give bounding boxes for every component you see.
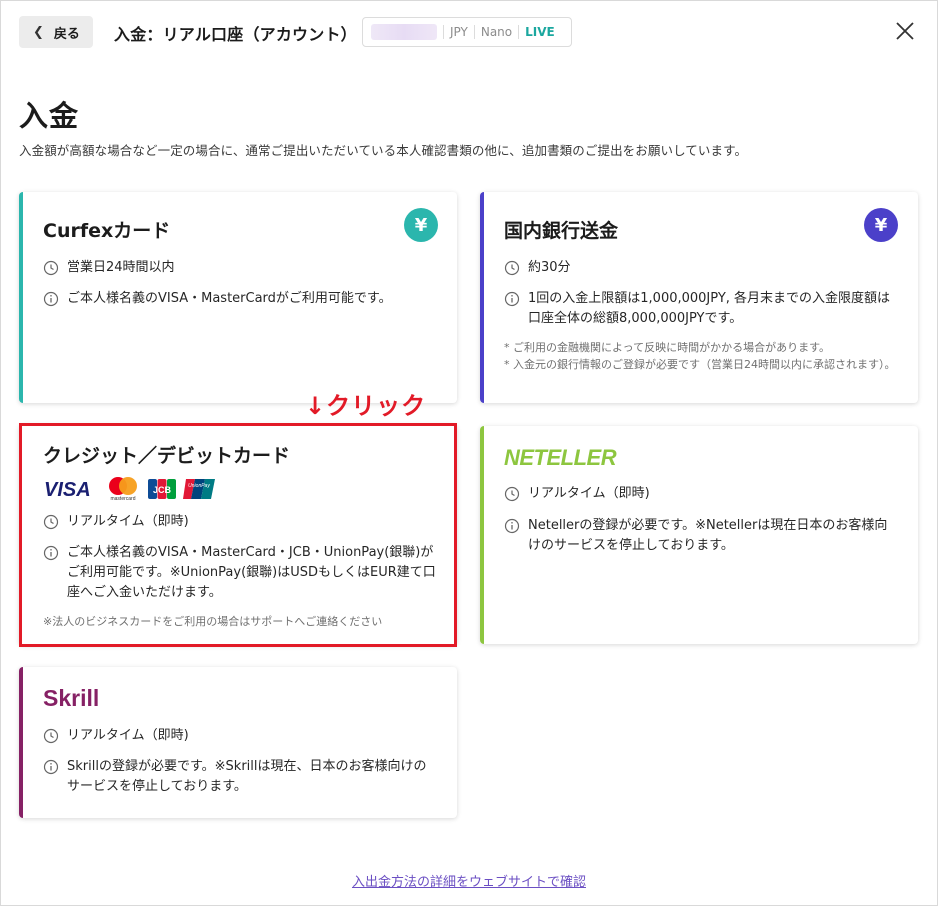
info-icon bbox=[43, 759, 59, 775]
account-selector: JPY Nano LIVE bbox=[362, 17, 572, 47]
svg-text:VISA: VISA bbox=[44, 479, 91, 500]
modal-title: 入金：リアル口座（アカウント） bbox=[114, 21, 357, 45]
bank-time: 約30分 bbox=[528, 258, 571, 278]
skrill-time: リアルタイム（即時) bbox=[67, 726, 189, 746]
neteller-info-row: Netellerの登録が必要です。※Netellerは現在日本のお客様向けのサー… bbox=[504, 516, 898, 556]
bank-transfer-card[interactable]: 国内銀行送金 ¥ 約30分 1回の入金上限額は1,000,000JPY, 各月末… bbox=[480, 192, 918, 403]
skrill-card[interactable]: Skrill リアルタイム（即時) Skrillの登録が必要です。※Skrill… bbox=[19, 667, 457, 818]
neteller-info: Netellerの登録が必要です。※Netellerは現在日本のお客様向けのサー… bbox=[528, 516, 898, 556]
credit-title: クレジット／デビットカード bbox=[43, 441, 290, 468]
account-mode: LIVE bbox=[525, 25, 555, 39]
skrill-info: Skrillの登録が必要です。※Skrillは現在、日本のお客様向けのサービスを… bbox=[67, 757, 437, 797]
credit-time-row: リアルタイム（即時) bbox=[43, 512, 437, 532]
bank-info: 1回の入金上限額は1,000,000JPY, 各月末までの入金限度額は口座全体の… bbox=[528, 289, 898, 329]
neteller-time: リアルタイム（即時) bbox=[528, 484, 650, 504]
svg-text:JCB: JCB bbox=[153, 485, 172, 495]
bank-note-2: * 入金元の銀行情報のご登録が必要です（営業日24時間以内に承認されます）。 bbox=[504, 357, 898, 373]
yen-icon: ¥ bbox=[864, 208, 898, 242]
skrill-logo: Skrill bbox=[41, 684, 121, 712]
back-button[interactable]: ❮ 戻る bbox=[19, 16, 93, 48]
neteller-logo: NETELLER bbox=[502, 444, 628, 470]
curfex-title: Curfexカード bbox=[43, 216, 170, 243]
curfex-time-row: 営業日24時間以内 bbox=[43, 258, 437, 278]
chevron-left-icon: ❮ bbox=[33, 25, 44, 40]
payment-methods-details-link[interactable]: 入出金方法の詳細をウェブサイトで確認 bbox=[0, 871, 938, 890]
bank-note-1: * ご利用の金融機関によって反映に時間がかかる場合があります。 bbox=[504, 340, 898, 356]
bank-info-row: 1回の入金上限額は1,000,000JPY, 各月末までの入金限度額は口座全体の… bbox=[504, 289, 898, 329]
mastercard-logo: mastercard bbox=[105, 476, 143, 502]
click-annotation: ↓クリック bbox=[305, 386, 426, 421]
credit-note: ※法人のビジネスカードをご利用の場合はサポートへご連絡ください bbox=[43, 614, 437, 630]
clock-icon bbox=[43, 514, 59, 530]
skrill-info-row: Skrillの登録が必要です。※Skrillは現在、日本のお客様向けのサービスを… bbox=[43, 757, 437, 797]
credit-time: リアルタイム（即時) bbox=[67, 512, 189, 532]
account-number-redacted bbox=[371, 24, 437, 40]
svg-text:UnionPay: UnionPay bbox=[188, 483, 210, 489]
curfex-time: 営業日24時間以内 bbox=[67, 258, 175, 278]
jcb-logo: JCB bbox=[147, 478, 177, 500]
info-icon bbox=[504, 291, 520, 307]
neteller-card[interactable]: NETELLER リアルタイム（即時) Netellerの登録が必要です。※Ne… bbox=[480, 426, 918, 644]
info-icon bbox=[43, 291, 59, 307]
back-label: 戻る bbox=[54, 23, 80, 42]
bank-title: 国内銀行送金 bbox=[504, 216, 618, 243]
curfex-info-row: ご本人様名義のVISA・MasterCardがご利用可能です。 bbox=[43, 289, 437, 309]
skrill-time-row: リアルタイム（即時) bbox=[43, 726, 437, 746]
page-subtitle: 入金額が高額な場合など一定の場合に、通常ご提出いただいている本人確認書類の他に、… bbox=[19, 140, 747, 159]
info-icon bbox=[504, 518, 520, 534]
curfex-info: ご本人様名義のVISA・MasterCardがご利用可能です。 bbox=[67, 289, 392, 309]
curfex-card[interactable]: Curfexカード ¥ 営業日24時間以内 ご本人様名義のVISA・Master… bbox=[19, 192, 457, 403]
clock-icon bbox=[504, 260, 520, 276]
bank-time-row: 約30分 bbox=[504, 258, 898, 278]
visa-logo: VISA bbox=[43, 478, 101, 500]
svg-text:NETELLER: NETELLER bbox=[504, 445, 617, 470]
page-title: 入金 bbox=[19, 93, 79, 135]
close-button[interactable] bbox=[893, 19, 917, 43]
neteller-time-row: リアルタイム（即時) bbox=[504, 484, 898, 504]
credit-info: ご本人様名義のVISA・MasterCard・JCB・UnionPay(銀聯)が… bbox=[67, 543, 437, 603]
card-brand-logos: VISA mastercard JCB UnionPay bbox=[43, 476, 217, 502]
info-icon bbox=[43, 545, 59, 561]
credit-debit-card[interactable]: クレジット／デビットカード VISA mastercard JCB UnionP… bbox=[19, 424, 457, 645]
account-type: Nano bbox=[481, 25, 512, 39]
svg-text:mastercard: mastercard bbox=[110, 496, 135, 502]
clock-icon bbox=[43, 728, 59, 744]
clock-icon bbox=[43, 260, 59, 276]
svg-text:Skrill: Skrill bbox=[43, 685, 99, 711]
unionpay-logo: UnionPay bbox=[183, 478, 217, 500]
close-icon bbox=[893, 19, 917, 43]
credit-info-row: ご本人様名義のVISA・MasterCard・JCB・UnionPay(銀聯)が… bbox=[43, 543, 437, 603]
account-currency: JPY bbox=[450, 25, 468, 39]
clock-icon bbox=[504, 486, 520, 502]
yen-icon: ¥ bbox=[404, 208, 438, 242]
